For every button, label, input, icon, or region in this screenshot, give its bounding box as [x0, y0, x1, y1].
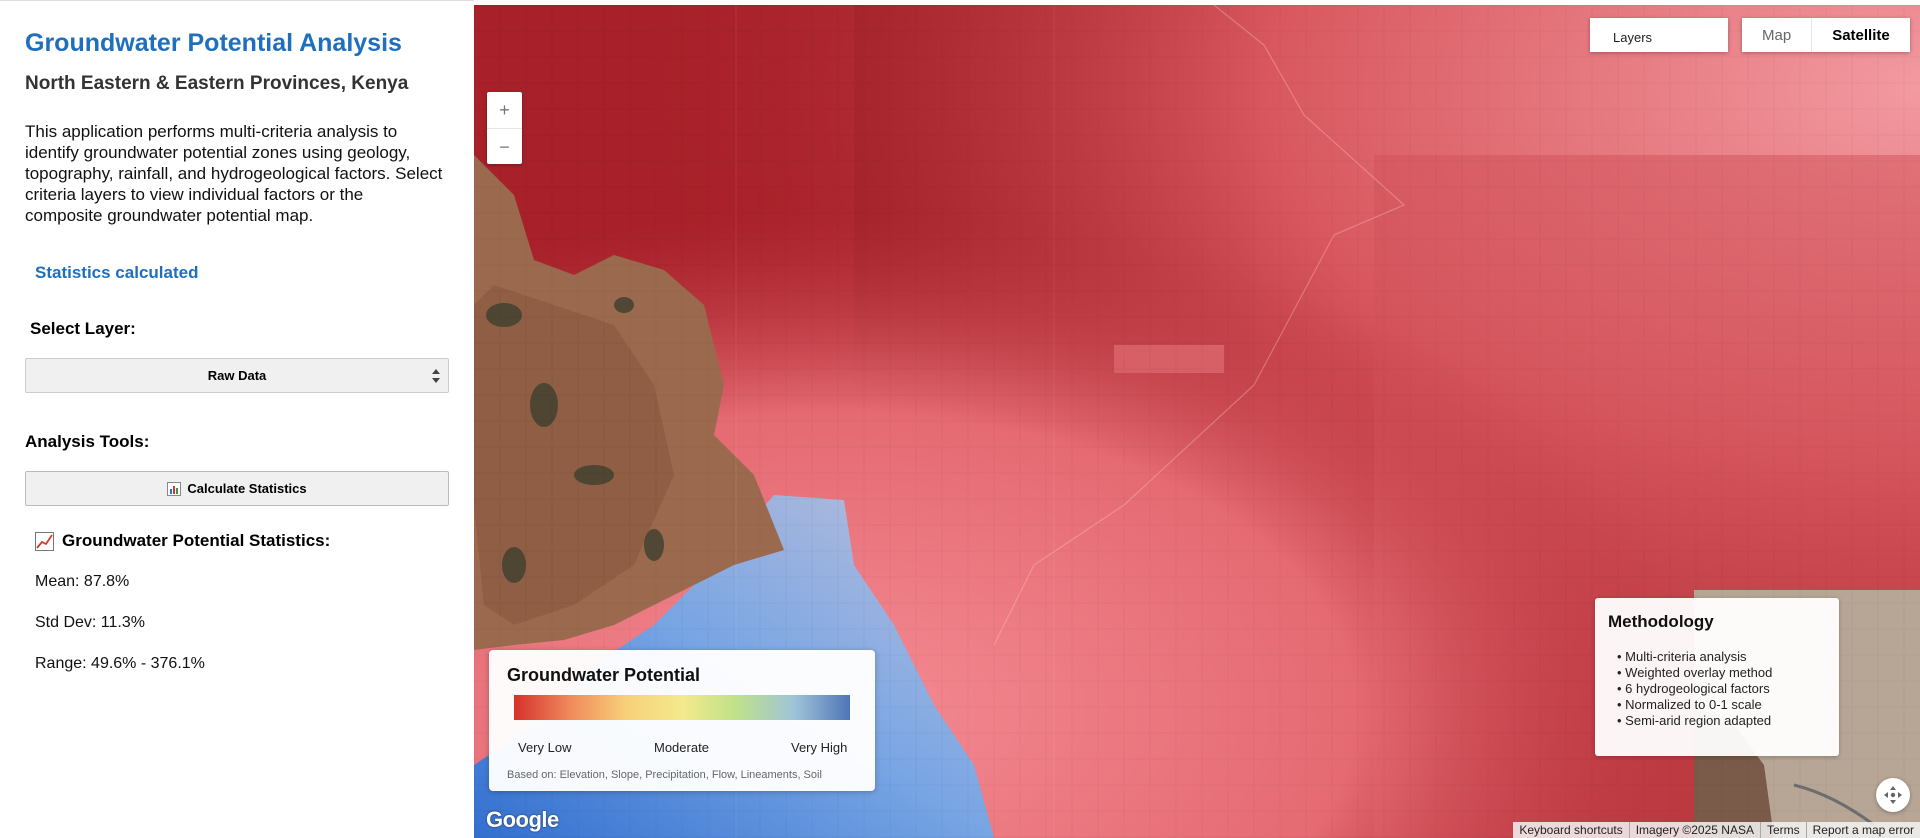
legend-note: Based on: Elevation, Slope, Precipitatio… — [507, 769, 822, 781]
map-type-control: Map Satellite — [1742, 18, 1910, 52]
stat-std-dev: Std Dev: 11.3% — [35, 614, 145, 631]
map-type-map-button[interactable]: Map — [1742, 18, 1813, 52]
layers-button[interactable]: Layers — [1590, 18, 1728, 52]
legend-high-label: Very High — [791, 740, 848, 755]
bar-chart-icon — [167, 481, 182, 496]
trend-chart-icon — [35, 531, 54, 551]
zoom-control: + − — [487, 92, 522, 164]
map-canvas[interactable]: + − Layers Map Satellite Groundwater Pot… — [474, 5, 1920, 838]
report-map-error-link[interactable]: Report a map error — [1805, 822, 1920, 838]
layer-select[interactable]: Raw Data — [25, 358, 449, 393]
layers-label: Layers — [1613, 29, 1653, 45]
sidebar: Groundwater Potential Analysis North Eas… — [0, 0, 474, 838]
camera-control-button[interactable] — [1876, 778, 1910, 812]
legend-title: Groundwater Potential — [507, 665, 701, 685]
map-type-satellite-button[interactable]: Satellite — [1812, 18, 1910, 52]
zoom-in-button[interactable]: + — [487, 92, 522, 129]
methodology-item: • Weighted overlay method — [1617, 665, 1773, 680]
methodology-item: • Normalized to 0-1 scale — [1617, 697, 1762, 712]
legend-mid-label: Moderate — [654, 740, 709, 755]
map-attribution: Keyboard shortcuts Imagery ©2025 NASA Te… — [1513, 822, 1920, 838]
keyboard-shortcuts-link[interactable]: Keyboard shortcuts — [1513, 822, 1628, 838]
methodology-title: Methodology — [1608, 612, 1714, 631]
stat-range: Range: 49.6% - 376.1% — [35, 655, 205, 672]
stats-heading: Groundwater Potential Statistics: — [35, 531, 330, 551]
imagery-credit: Imagery ©2025 NASA — [1628, 822, 1760, 838]
move-arrows-icon — [1884, 786, 1902, 804]
legend-low-label: Very Low — [518, 740, 572, 755]
zoom-out-button[interactable]: − — [487, 129, 522, 165]
calculate-statistics-button[interactable]: Calculate Statistics — [25, 471, 449, 506]
layer-select-value: Raw Data — [207, 368, 267, 383]
page-subtitle: North Eastern & Eastern Provinces, Kenya — [25, 73, 409, 94]
methodology-panel: Methodology • Multi-criteria analysis • … — [1595, 598, 1839, 756]
legend-panel: Groundwater Potential Very Low Moderate … — [489, 650, 875, 791]
status-message: Statistics calculated — [35, 263, 199, 282]
methodology-item: • 6 hydrogeological factors — [1617, 681, 1770, 696]
google-logo: Google — [486, 807, 559, 832]
stat-mean: Mean: 87.8% — [35, 573, 130, 590]
legend-color-ramp — [514, 695, 850, 720]
methodology-item: • Multi-criteria analysis — [1617, 649, 1747, 664]
select-arrows-icon — [432, 369, 440, 383]
analysis-tools-label: Analysis Tools: — [25, 432, 150, 451]
methodology-list: • Multi-criteria analysis • Weighted ove… — [1617, 649, 1772, 729]
calculate-statistics-label: Calculate Statistics — [187, 481, 307, 496]
page-title: Groundwater Potential Analysis — [25, 29, 402, 57]
terms-link[interactable]: Terms — [1759, 822, 1806, 838]
methodology-item: • Semi-arid region adapted — [1617, 713, 1772, 728]
stats-title: Groundwater Potential Statistics: — [62, 531, 331, 550]
app-description: This application performs multi-criteria… — [25, 122, 443, 225]
select-layer-label: Select Layer: — [30, 319, 136, 338]
